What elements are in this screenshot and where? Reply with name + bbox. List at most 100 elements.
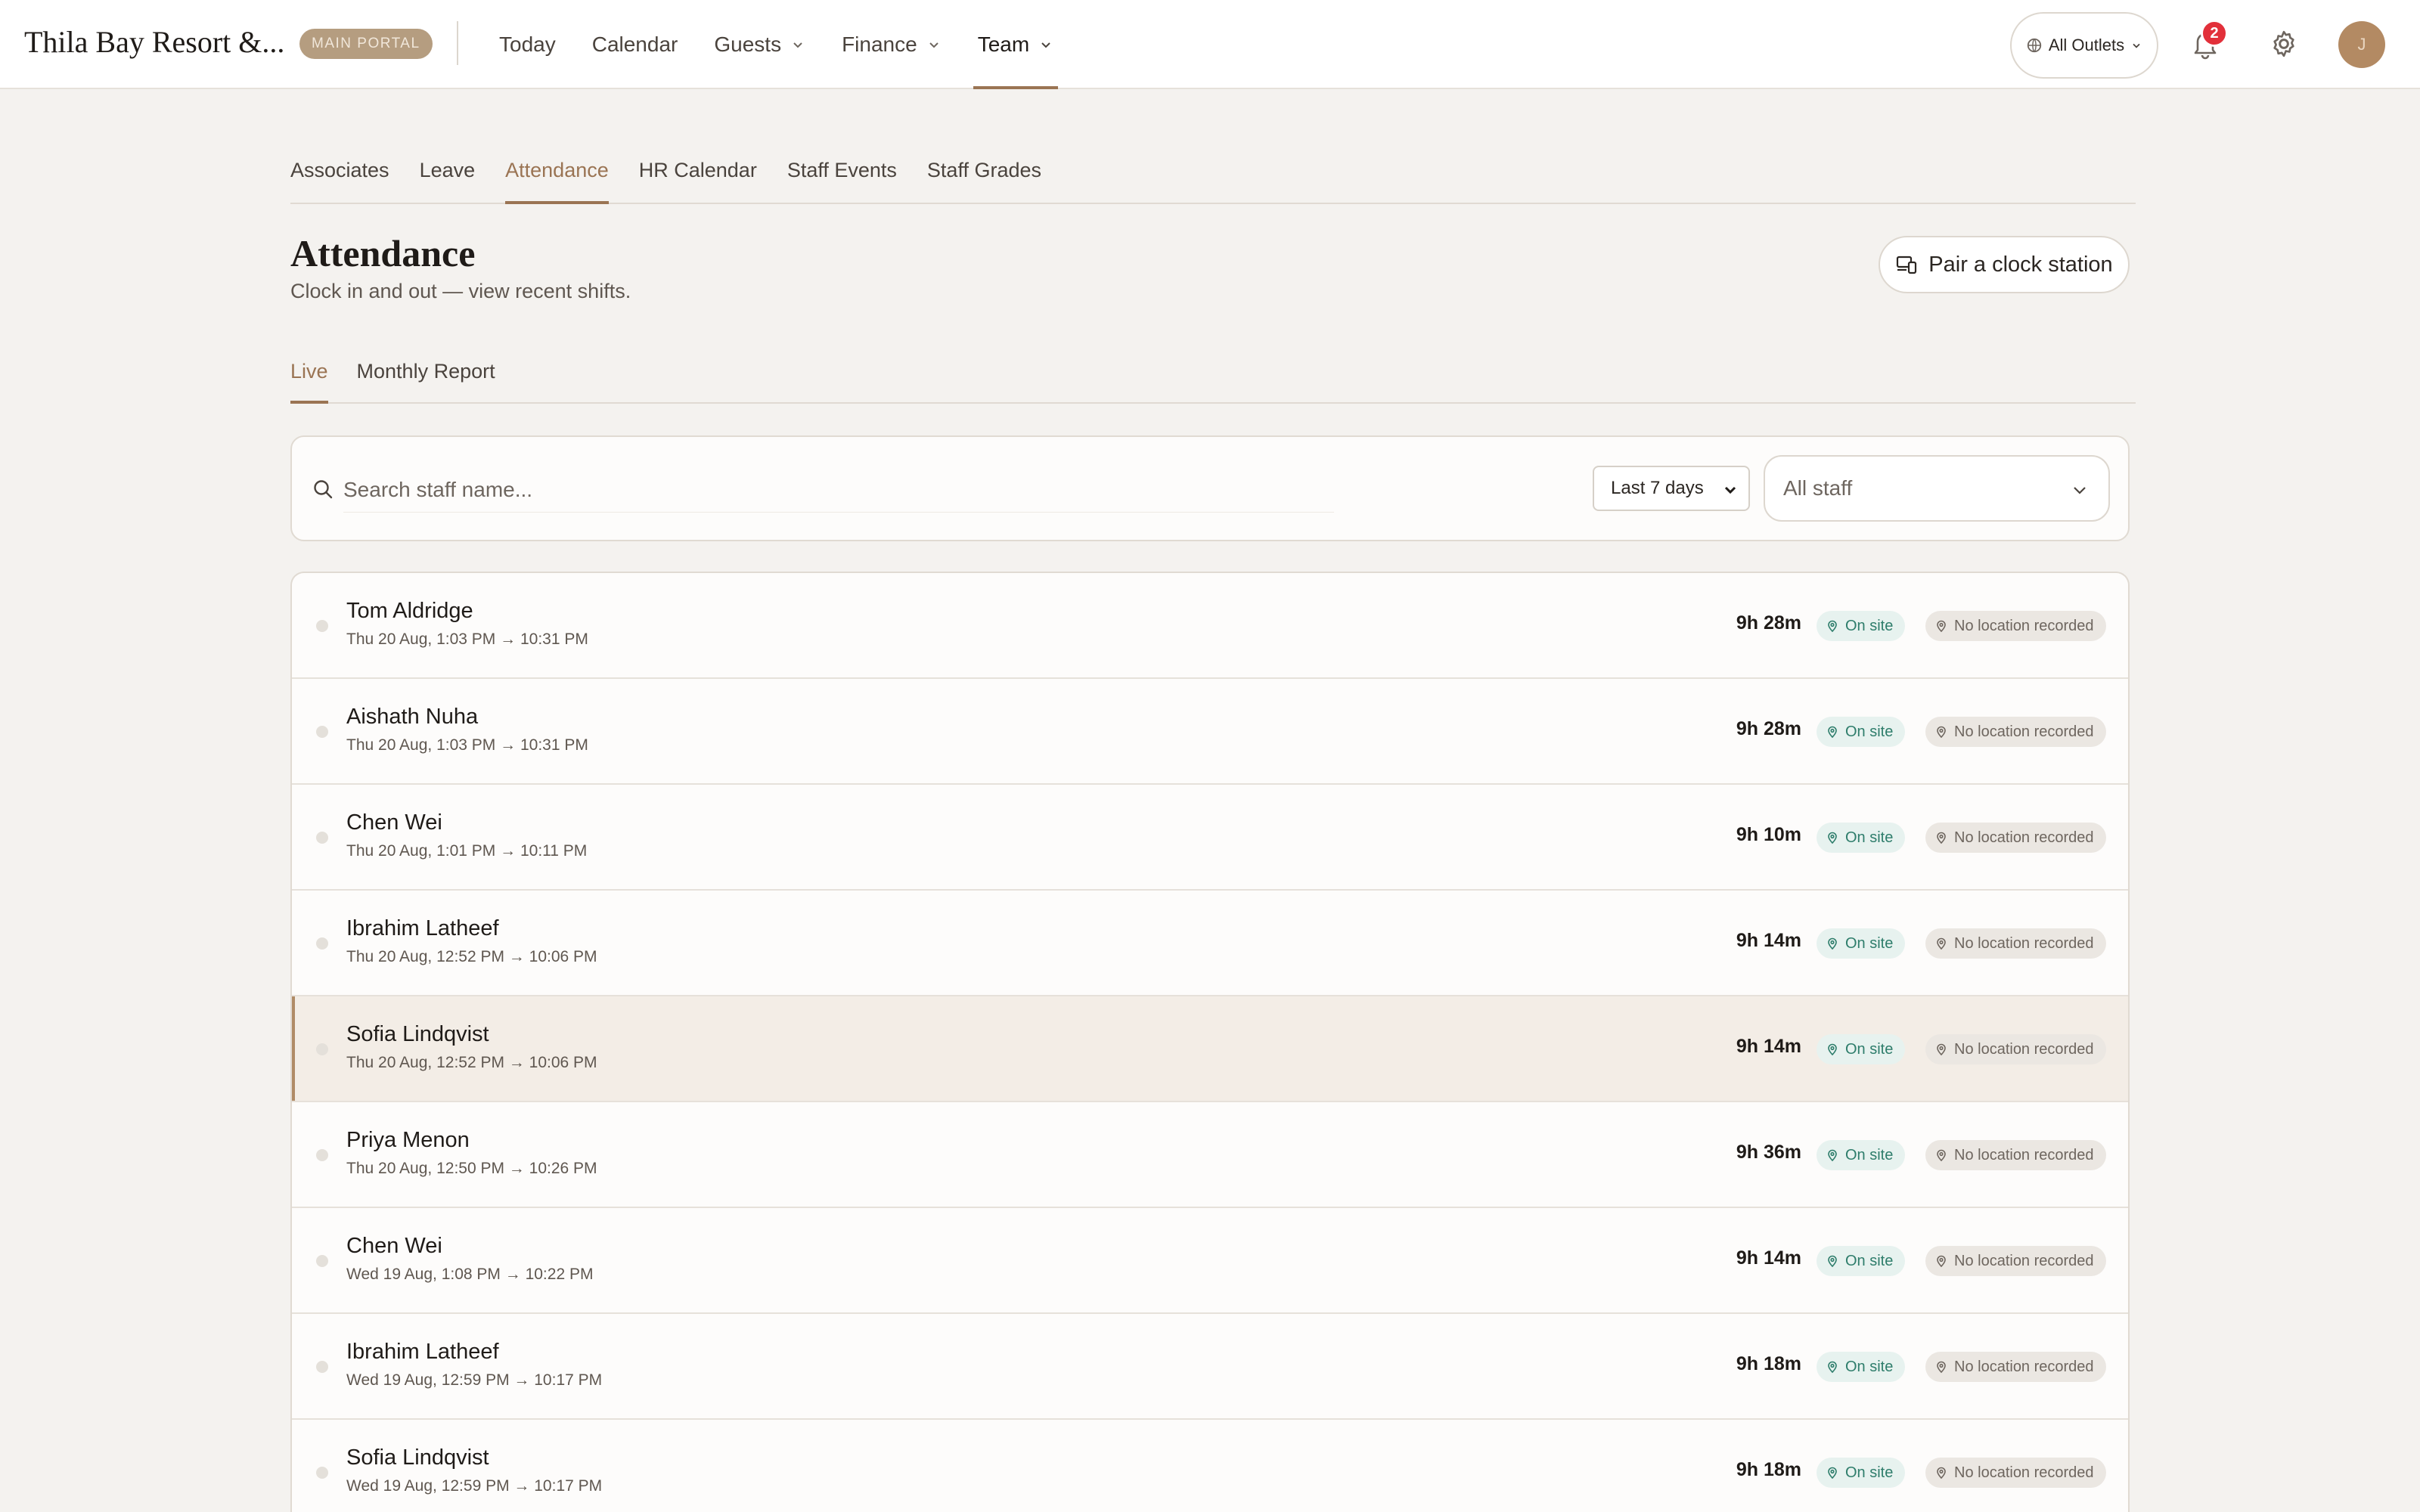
shift-row[interactable]: Chen Wei Wed 19 Aug, 1:08 PM → 10:22 PM … <box>292 1208 2128 1314</box>
chevron-down-icon <box>929 42 939 48</box>
shift-time: Thu 20 Aug, 1:01 PM → 10:11 PM <box>346 842 588 860</box>
shift-time: Thu 20 Aug, 12:50 PM → 10:26 PM <box>346 1160 597 1177</box>
shift-time: Wed 19 Aug, 12:59 PM → 10:17 PM <box>346 1477 603 1495</box>
user-avatar[interactable]: J <box>2338 21 2385 68</box>
shift-row[interactable]: Ibrahim Latheef Wed 19 Aug, 12:59 PM → 1… <box>292 1314 2128 1420</box>
shift-duration: 9h 14m <box>1736 930 1801 951</box>
location-pin-icon <box>1828 620 1837 633</box>
search-icon <box>314 480 333 499</box>
brand-name[interactable]: Thila Bay Resort &... <box>24 24 284 60</box>
status-dot <box>316 1467 328 1479</box>
on-site-label: On site <box>1845 723 1894 740</box>
pair-clock-station-button[interactable]: Pair a clock station <box>1879 236 2130 293</box>
gear-icon[interactable] <box>2269 29 2299 59</box>
nav-label: Calendar <box>591 33 678 56</box>
subnav-hr-calendar[interactable]: HR Calendar <box>639 150 757 203</box>
location-pin-icon <box>1828 832 1837 844</box>
shift-row[interactable]: Ibrahim Latheef Thu 20 Aug, 12:52 PM → 1… <box>292 891 2128 996</box>
shift-row[interactable]: Sofia Lindqvist Thu 20 Aug, 12:52 PM → 1… <box>292 996 2128 1102</box>
staff-filter-select[interactable]: All staff <box>1764 455 2110 522</box>
shift-duration: 9h 14m <box>1736 1036 1801 1057</box>
page-title: Attendance <box>290 232 476 274</box>
shift-list: Tom Aldridge Thu 20 Aug, 1:03 PM → 10:31… <box>290 572 2130 1512</box>
staff-name: Chen Wei <box>346 810 442 835</box>
status-dot <box>316 1361 328 1373</box>
no-location-badge: No location recorded <box>1925 1458 2106 1488</box>
location-pin-icon <box>1828 726 1837 739</box>
no-location-label: No location recorded <box>1954 934 2094 952</box>
shift-duration: 9h 14m <box>1736 1247 1801 1269</box>
no-location-badge: No location recorded <box>1925 1034 2106 1064</box>
staff-name: Sofia Lindqvist <box>346 1022 489 1046</box>
no-location-label: No location recorded <box>1954 1040 2094 1058</box>
tab-monthly-report[interactable]: Monthly Report <box>357 355 495 402</box>
shift-time: Wed 19 Aug, 12:59 PM → 10:17 PM <box>346 1371 603 1389</box>
location-pin-icon <box>1937 832 1946 844</box>
shift-time: Thu 20 Aug, 12:52 PM → 10:06 PM <box>346 948 597 965</box>
status-dot <box>316 832 328 844</box>
no-location-badge: No location recorded <box>1925 928 2106 959</box>
on-site-badge: On site <box>1817 1458 1906 1488</box>
nav-guests[interactable]: Guests <box>714 0 805 89</box>
portal-badge[interactable]: MAIN PORTAL <box>299 29 433 59</box>
subnav-associates[interactable]: Associates <box>290 150 389 203</box>
no-location-label: No location recorded <box>1954 1252 2094 1269</box>
shift-row[interactable]: Tom Aldridge Thu 20 Aug, 1:03 PM → 10:31… <box>292 573 2128 679</box>
shift-duration: 9h 18m <box>1736 1459 1801 1480</box>
nav-label: Guests <box>714 33 782 56</box>
location-pin-icon <box>1937 1043 1946 1056</box>
nav-calendar[interactable]: Calendar <box>592 0 678 89</box>
chevron-down-icon <box>1724 486 1736 494</box>
on-site-badge: On site <box>1817 1246 1906 1276</box>
shift-row[interactable]: Aishath Nuha Thu 20 Aug, 1:03 PM → 10:31… <box>292 679 2128 785</box>
top-bar: Thila Bay Resort &... MAIN PORTAL Today … <box>0 0 2420 89</box>
no-location-badge: No location recorded <box>1925 1140 2106 1170</box>
location-pin-icon <box>1937 937 1946 950</box>
shift-row[interactable]: Sofia Lindqvist Wed 19 Aug, 12:59 PM → 1… <box>292 1420 2128 1512</box>
no-location-badge: No location recorded <box>1925 1246 2106 1276</box>
tab-live[interactable]: Live <box>290 355 328 404</box>
location-pin-icon <box>1937 726 1946 739</box>
subnav-leave[interactable]: Leave <box>420 150 476 203</box>
nav-team[interactable]: Team <box>973 0 1059 89</box>
on-site-badge: On site <box>1817 1140 1906 1170</box>
shift-row[interactable]: Chen Wei Thu 20 Aug, 1:01 PM → 10:11 PM … <box>292 785 2128 891</box>
no-location-badge: No location recorded <box>1925 1352 2106 1382</box>
subnav-staff-events[interactable]: Staff Events <box>787 150 897 203</box>
on-site-badge: On site <box>1817 1352 1906 1382</box>
team-sub-nav: Associates Leave Attendance HR Calendar … <box>290 150 2136 204</box>
no-location-badge: No location recorded <box>1925 611 2106 641</box>
nav-finance[interactable]: Finance <box>842 0 942 89</box>
shift-time: Thu 20 Aug, 1:03 PM → 10:31 PM <box>346 631 588 648</box>
no-location-label: No location recorded <box>1954 1358 2094 1375</box>
shift-row[interactable]: Priya Menon Thu 20 Aug, 12:50 PM → 10:26… <box>292 1102 2128 1208</box>
range-value: Last 7 days <box>1611 478 1704 498</box>
shift-duration: 9h 28m <box>1736 718 1801 739</box>
status-dot <box>316 937 328 950</box>
shift-duration: 9h 18m <box>1736 1353 1801 1374</box>
subnav-staff-grades[interactable]: Staff Grades <box>927 150 1041 203</box>
devices-icon <box>1897 256 1917 274</box>
nav-today[interactable]: Today <box>499 0 556 89</box>
no-location-label: No location recorded <box>1954 829 2094 846</box>
location-pin-icon <box>1828 1149 1837 1162</box>
location-pin-icon <box>1937 1361 1946 1374</box>
location-pin-icon <box>1937 1255 1946 1268</box>
on-site-label: On site <box>1845 1040 1894 1058</box>
location-pin-icon <box>1937 1467 1946 1479</box>
location-pin-icon <box>1937 620 1946 633</box>
on-site-badge: On site <box>1817 717 1906 747</box>
chevron-down-icon <box>793 42 802 48</box>
status-dot <box>316 1255 328 1267</box>
status-dot <box>316 1043 328 1055</box>
date-range-select[interactable]: Last 7 days <box>1593 466 1750 511</box>
outlets-selector[interactable]: All Outlets <box>2010 12 2158 79</box>
location-pin-icon <box>1828 1043 1837 1056</box>
staff-name: Ibrahim Latheef <box>346 1340 499 1364</box>
staff-search-input[interactable] <box>343 467 1334 513</box>
staff-name: Ibrahim Latheef <box>346 916 499 940</box>
subnav-attendance[interactable]: Attendance <box>505 150 609 204</box>
shift-duration: 9h 36m <box>1736 1142 1801 1163</box>
pair-button-label: Pair a clock station <box>1928 252 2113 277</box>
main-nav: Today Calendar Guests Finance Team <box>499 0 1090 89</box>
